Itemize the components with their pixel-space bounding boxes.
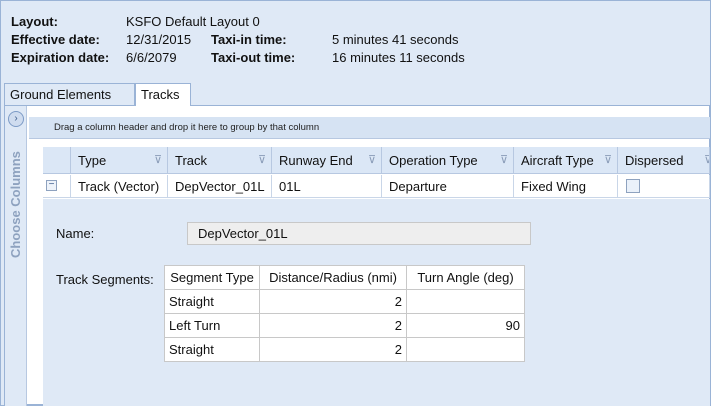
segment-type-cell[interactable]: Straight [164, 289, 260, 314]
taxi-in-label: Taxi-in time: [211, 32, 287, 47]
segment-distance-cell[interactable]: 2 [259, 313, 407, 338]
seg-header-distance[interactable]: Distance/Radius (nmi) [259, 265, 407, 290]
segment-distance-cell[interactable]: 2 [259, 337, 407, 362]
seg-header-type[interactable]: Segment Type [164, 265, 260, 290]
segment-angle-cell[interactable] [406, 337, 525, 362]
choose-columns-label: Choose Columns [8, 151, 23, 258]
filter-icon[interactable]: ⊽ [368, 147, 376, 173]
column-header-track-label: Track [175, 153, 208, 168]
layout-info-panel: Layout: KSFO Default Layout 0 Effective … [1, 1, 710, 79]
segment-row[interactable]: Left Turn 2 90 [164, 313, 525, 338]
column-header-aircraft-type[interactable]: Aircraft Type ⊽ [514, 147, 618, 174]
expiration-date-value: 6/6/2079 [126, 50, 177, 65]
segments-header-row: Segment Type Distance/Radius (nmi) Turn … [164, 265, 525, 290]
cell-dispersed[interactable] [618, 175, 710, 198]
column-header-operation-type-label: Operation Type [389, 153, 478, 168]
segment-row[interactable]: Straight 2 [164, 289, 525, 314]
tab-tracks[interactable]: Tracks [135, 83, 191, 106]
column-header-track[interactable]: Track ⊽ [168, 147, 272, 174]
expiration-date-label: Expiration date: [11, 50, 110, 65]
column-header-type[interactable]: Type ⊽ [71, 147, 168, 174]
segment-distance-cell[interactable]: 2 [259, 289, 407, 314]
taxi-in-value: 5 minutes 41 seconds [332, 32, 459, 47]
dispersed-checkbox[interactable] [626, 179, 640, 193]
cell-runway-end[interactable]: 01L [272, 175, 382, 198]
name-field[interactable]: DepVector_01L [187, 222, 531, 245]
segment-row[interactable]: Straight 2 [164, 337, 525, 362]
filter-icon[interactable]: ⊽ [258, 147, 266, 173]
column-header-type-label: Type [78, 153, 107, 168]
cell-type[interactable]: Track (Vector) [71, 175, 168, 198]
segment-type-cell[interactable]: Straight [164, 337, 260, 362]
filter-icon[interactable]: ⊽ [154, 147, 162, 173]
taxi-out-value: 16 minutes 11 seconds [332, 50, 465, 65]
segment-angle-cell[interactable]: 90 [406, 313, 525, 338]
taxi-out-label: Taxi-out time: [211, 50, 296, 65]
effective-date-value: 12/31/2015 [126, 32, 192, 47]
collapse-icon[interactable]: − [46, 180, 57, 191]
column-header-runway-end[interactable]: Runway End ⊽ [272, 147, 382, 174]
row-expander-cell[interactable]: − [43, 175, 71, 198]
cell-track[interactable]: DepVector_01L [168, 175, 272, 198]
effective-date-label: Effective date: [11, 32, 100, 47]
chevron-right-icon[interactable]: › [8, 111, 24, 127]
filter-icon[interactable]: ⊽ [500, 147, 508, 173]
group-by-panel[interactable]: Drag a column header and drop it here to… [29, 117, 710, 139]
header-indent [43, 147, 71, 174]
layout-label: Layout: [11, 14, 58, 29]
name-label: Name: [56, 226, 95, 241]
tab-ground-elements[interactable]: Ground Elements [4, 83, 135, 105]
track-segments-table: Segment Type Distance/Radius (nmi) Turn … [164, 265, 525, 362]
column-header-dispersed[interactable]: Dispersed ⊽ [618, 147, 710, 174]
layout-value: KSFO Default Layout 0 [126, 14, 260, 29]
choose-columns-panel[interactable]: › Choose Columns [5, 106, 27, 406]
segment-type-cell[interactable]: Left Turn [164, 313, 260, 338]
filter-icon[interactable]: ⊽ [604, 147, 612, 173]
column-header-runway-end-label: Runway End [279, 153, 353, 168]
column-header-operation-type[interactable]: Operation Type ⊽ [382, 147, 514, 174]
segment-angle-cell[interactable] [406, 289, 525, 314]
track-segments-label: Track Segments: [56, 272, 154, 287]
column-header-aircraft-type-label: Aircraft Type [521, 153, 594, 168]
cell-operation-type[interactable]: Departure [382, 175, 514, 198]
cell-aircraft-type[interactable]: Fixed Wing [514, 175, 618, 198]
seg-header-angle[interactable]: Turn Angle (deg) [406, 265, 525, 290]
column-header-dispersed-label: Dispersed [625, 153, 684, 168]
window-frame: Layout: KSFO Default Layout 0 Effective … [0, 0, 711, 406]
filter-icon[interactable]: ⊽ [704, 147, 709, 173]
